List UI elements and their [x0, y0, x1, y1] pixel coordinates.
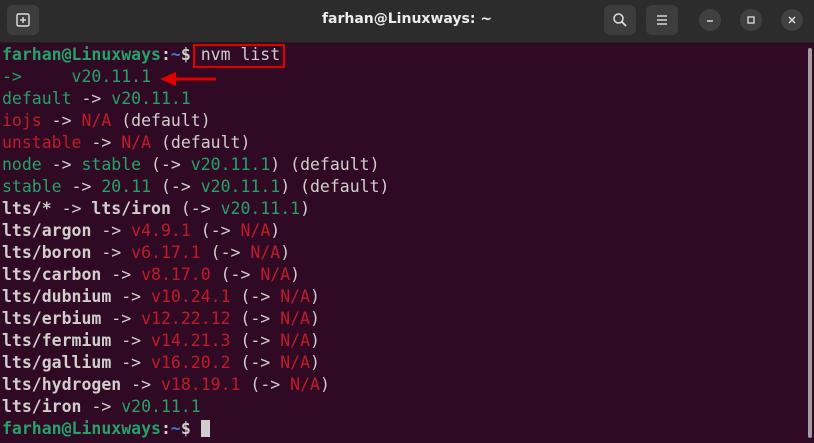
- output-line: lts/erbium -> v12.22.12 (-> N/A): [2, 309, 320, 328]
- output-line: -> v20.11.1: [2, 67, 152, 86]
- title-bar: farhan@Linuxways: ~: [0, 0, 814, 43]
- output-line: iojs -> N/A (default): [2, 111, 211, 130]
- prompt-symbol: $: [180, 419, 201, 438]
- annotation-arrow-icon: [160, 72, 216, 86]
- minimize-button[interactable]: [699, 9, 721, 31]
- prompt-separator: :: [160, 419, 171, 438]
- output-line: lts/hydrogen -> v18.19.1 (-> N/A): [2, 375, 330, 394]
- output-line: lts/* -> lts/iron (-> v20.11.1): [2, 199, 310, 218]
- prompt-path: ~: [170, 45, 181, 64]
- output-line: lts/argon -> v4.9.1 (-> N/A): [2, 221, 281, 240]
- scrollbar[interactable]: [808, 48, 812, 438]
- maximize-icon: [747, 16, 755, 24]
- search-button[interactable]: [604, 5, 636, 35]
- prompt-separator: :: [160, 45, 171, 64]
- search-icon: [613, 13, 627, 27]
- hamburger-menu-icon: [657, 15, 667, 25]
- command-highlight-box: [193, 44, 285, 68]
- terminal-cursor: [200, 420, 210, 437]
- output-line: default -> v20.11.1: [2, 89, 191, 108]
- close-icon: [788, 16, 796, 24]
- maximize-button[interactable]: [740, 9, 762, 31]
- output-line: lts/iron -> v20.11.1: [2, 397, 201, 416]
- prompt-line: farhan@Linuxways:~$: [2, 418, 210, 440]
- terminal-output[interactable]: farhan@Linuxways:~$ nvm list -> v20.11.1…: [0, 44, 806, 443]
- output-line: node -> stable (-> v20.11.1) (default): [2, 155, 380, 174]
- output-line: lts/boron -> v6.17.1 (-> N/A): [2, 243, 291, 262]
- output-line: lts/dubnium -> v10.24.1 (-> N/A): [2, 287, 320, 306]
- close-button[interactable]: [781, 9, 803, 31]
- prompt-user-host: farhan@Linuxways: [2, 419, 161, 438]
- output-line: stable -> 20.11 (-> v20.11.1) (default): [2, 177, 390, 196]
- prompt-path: ~: [170, 419, 181, 438]
- minimize-icon: [707, 20, 713, 22]
- window-title: farhan@Linuxways: ~: [321, 11, 493, 27]
- output-line: lts/fermium -> v14.21.3 (-> N/A): [2, 331, 320, 350]
- output-line: unstable -> N/A (default): [2, 133, 251, 152]
- menu-button[interactable]: [646, 5, 678, 35]
- output-line: lts/carbon -> v8.17.0 (-> N/A): [2, 265, 301, 284]
- prompt-user-host: farhan@Linuxways: [2, 45, 161, 64]
- output-line: lts/gallium -> v16.20.2 (-> N/A): [2, 353, 320, 372]
